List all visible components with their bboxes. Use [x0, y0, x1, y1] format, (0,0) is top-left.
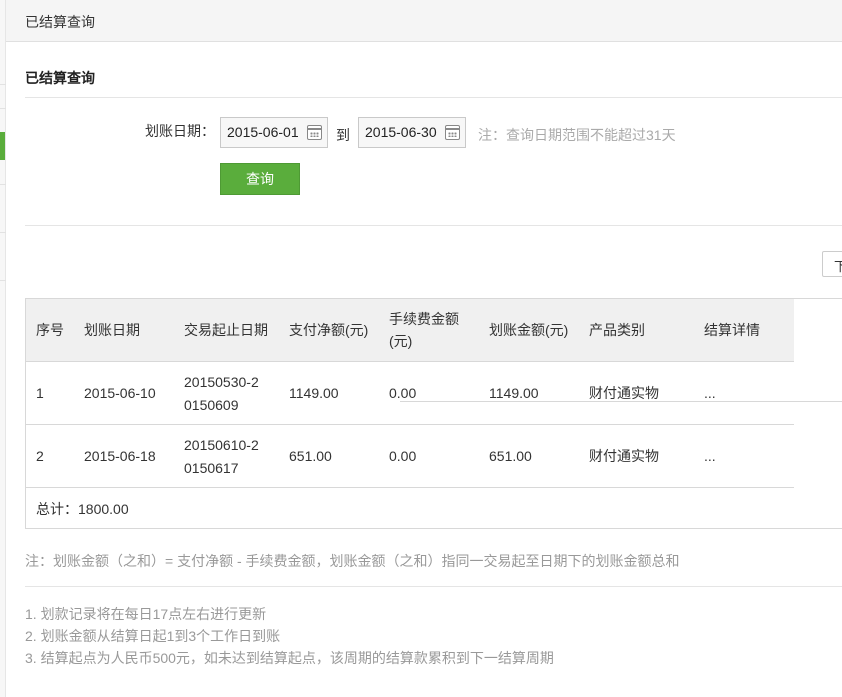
col-header-net-amount: 支付净额(元): [289, 322, 369, 338]
amount-footnote: 注：划账金额（之和）= 支付净额 - 手续费金额，划账金额（之和）指同一交易起至…: [25, 553, 680, 569]
section-title: 已结算查询: [25, 70, 95, 86]
tip-item: 1. 划款记录将在每日17点左右进行更新: [25, 606, 267, 622]
page-header: 已结算查询: [6, 0, 842, 42]
date-filter-label: 划账日期：: [145, 123, 215, 139]
col-header-transfer-amount: 划账金额(元): [489, 322, 569, 338]
date-range-separator: 到: [336, 127, 350, 143]
cell-detail-link[interactable]: ...: [704, 445, 716, 467]
sidebar-divider: [0, 84, 6, 85]
start-date-value: 2015-06-01: [227, 124, 299, 140]
cell-trade-range: 20150610-2: [184, 437, 259, 453]
sidebar-divider: [0, 232, 6, 233]
cell-net-amount: 1149.00: [289, 385, 339, 401]
cell-fee: 0.00: [389, 448, 417, 464]
cell-transfer-amount: 651.00: [489, 448, 532, 464]
tips-list: 1. 划款记录将在每日17点左右进行更新 2. 划账金额从结算日起1到3个工作日…: [25, 603, 554, 669]
calendar-icon[interactable]: [307, 125, 322, 140]
col-header-trade-range: 交易起止日期: [184, 322, 268, 338]
end-date-value: 2015-06-30: [365, 124, 437, 140]
calendar-icon[interactable]: [445, 125, 460, 140]
cell-trade-range: 0150617: [184, 460, 239, 476]
row-divider: [26, 424, 794, 425]
filter-divider: [25, 225, 842, 226]
cell-index: 1: [36, 385, 44, 401]
col-header-transfer-date: 划账日期: [84, 322, 140, 338]
tip-item: 3. 结算起点为人民币500元，如未达到结算起点，该周期的结算款累积到下一结算周…: [25, 650, 554, 666]
table-header: 序号 划账日期 交易起止日期 支付净额(元) 手续费金额(元) 划账金额(元) …: [26, 299, 794, 362]
date-range-note: 注：查询日期范围不能超过31天: [478, 127, 676, 143]
cell-transfer-date: 2015-06-10: [84, 385, 156, 401]
row-divider: [26, 487, 794, 488]
page-header-title: 已结算查询: [25, 14, 95, 30]
cell-index: 2: [36, 448, 44, 464]
col-header-product: 产品类别: [589, 322, 645, 338]
end-date-input[interactable]: 2015-06-30: [358, 117, 466, 148]
row-divider: [400, 401, 842, 402]
settlement-table: 序号 划账日期 交易起止日期 支付净额(元) 手续费金额(元) 划账金额(元) …: [25, 298, 842, 529]
col-header-fee: 手续费金额(元): [389, 311, 459, 349]
sidebar-divider: [0, 184, 6, 185]
start-date-input[interactable]: 2015-06-01: [220, 117, 328, 148]
tip-item: 2. 划账金额从结算日起1到3个工作日到账: [25, 628, 281, 644]
col-header-detail: 结算详情: [704, 322, 760, 338]
table-total: 总计：1800.00: [36, 501, 129, 517]
section-divider: [25, 97, 842, 98]
col-header-index: 序号: [36, 322, 64, 338]
pagination-control[interactable]: 下: [822, 251, 842, 277]
cell-trade-range: 20150530-2: [184, 374, 259, 390]
cell-transfer-date: 2015-06-18: [84, 448, 156, 464]
query-button[interactable]: 查询: [220, 163, 300, 195]
sidebar-divider: [0, 108, 6, 109]
footnote-divider: [25, 586, 842, 587]
cell-trade-range: 0150609: [184, 397, 239, 413]
sidebar-active-indicator[interactable]: [0, 132, 5, 160]
cell-net-amount: 651.00: [289, 448, 332, 464]
cell-product: 财付通实物: [589, 448, 659, 464]
left-sidebar-strip: [0, 0, 6, 697]
sidebar-divider: [0, 280, 6, 281]
